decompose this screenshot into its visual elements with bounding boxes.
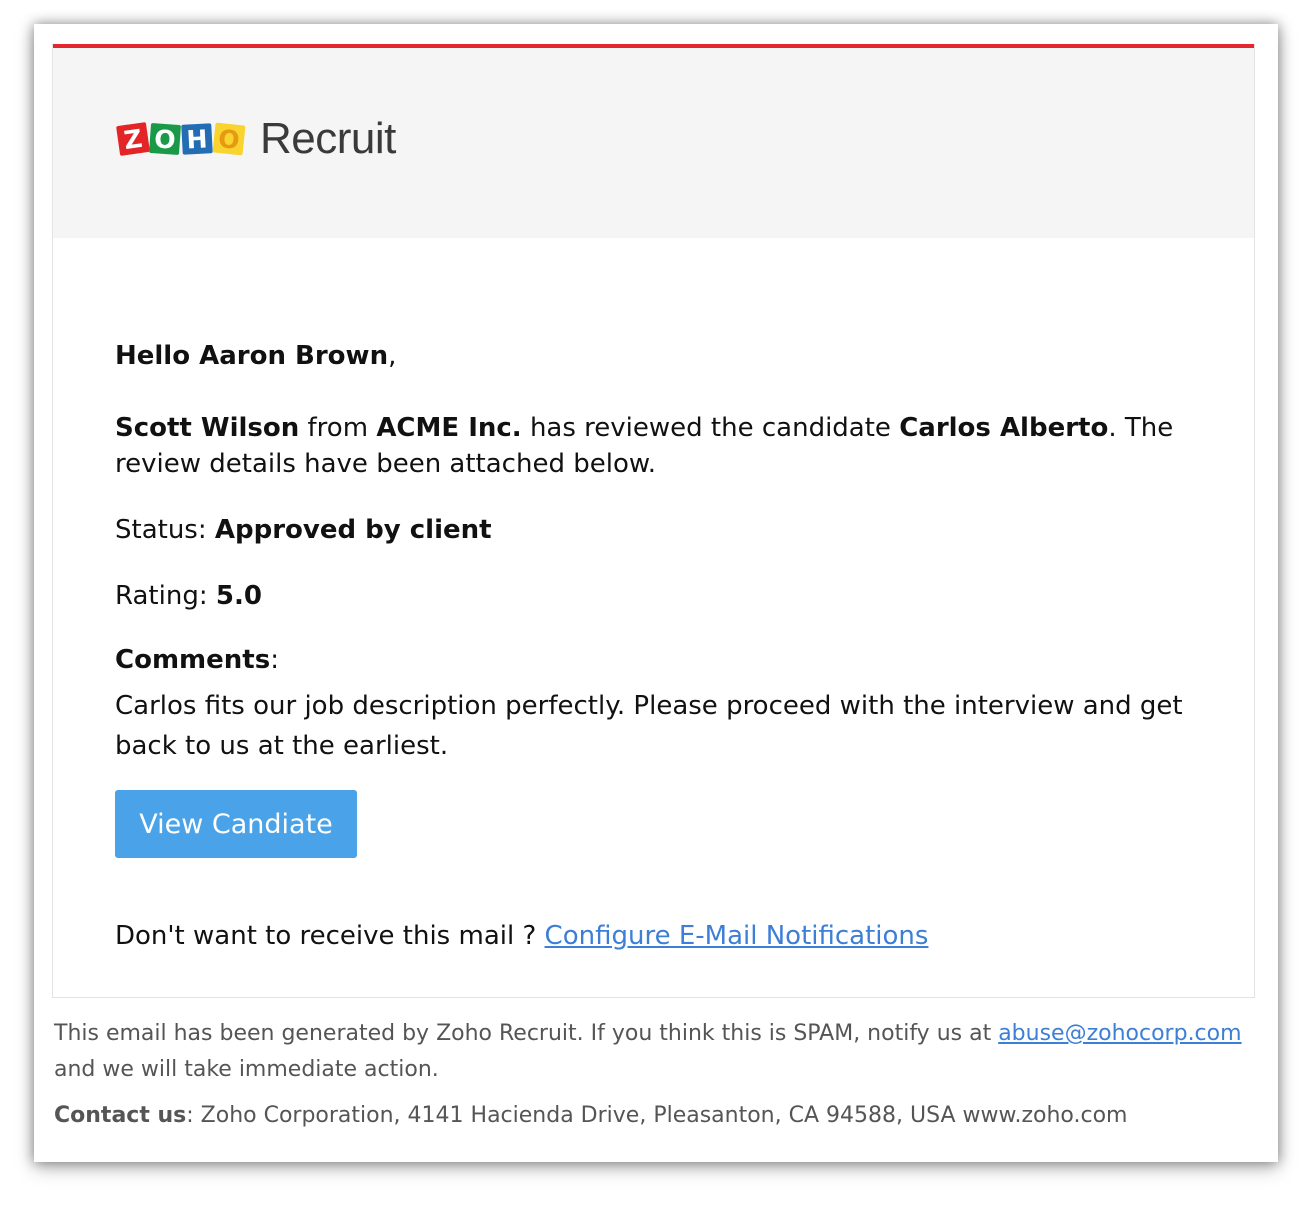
reviewed-text: has reviewed the candidate (521, 413, 900, 443)
zoho-recruit-logo: Z O H O Recruit (116, 114, 396, 164)
logo-product-name: Recruit (260, 114, 396, 163)
reviewer-name: Scott Wilson (115, 413, 300, 443)
comments-label: Comments (115, 645, 271, 675)
configure-notifications-link[interactable]: Configure E-Mail Notifications (545, 921, 929, 951)
review-summary: Scott Wilson from ACME Inc. has reviewed… (115, 410, 1195, 482)
status-line: Status: Approved by client (115, 512, 1195, 548)
greeting-comma: , (388, 341, 397, 371)
zoho-logo-tiles: Z O H O (116, 122, 246, 156)
zoho-tile-h: H (181, 123, 213, 155)
zoho-tile-o2: O (212, 122, 246, 156)
contact-line: Contact us: Zoho Corporation, 4141 Hacie… (54, 1098, 1264, 1134)
from-text: from (299, 413, 377, 443)
rating-line: Rating: 5.0 (115, 578, 1195, 614)
unsubscribe-line: Don't want to receive this mail ? Config… (115, 918, 1195, 954)
zoho-tile-z: Z (116, 122, 150, 156)
spam-text-after: and we will take immediate action. (54, 1057, 439, 1082)
comments-colon: : (270, 645, 279, 675)
status-value: Approved by client (214, 515, 492, 545)
email-frame: Z O H O Recruit Hello Aaron Brown, Scott… (34, 24, 1278, 1162)
comments-text: Carlos fits our job description perfectl… (115, 691, 1183, 761)
rating-label: Rating: (115, 581, 216, 611)
contact-label: Contact us (54, 1103, 187, 1128)
abuse-email-link[interactable]: abuse@zohocorp.com (998, 1021, 1241, 1046)
contact-text: : Zoho Corporation, 4141 Hacienda Drive,… (186, 1103, 1128, 1128)
status-label: Status: (115, 515, 215, 545)
candidate-name: Carlos Alberto (899, 413, 1109, 443)
comments-heading: Comments: (115, 642, 1195, 678)
email-card: Z O H O Recruit Hello Aaron Brown, Scott… (52, 44, 1255, 998)
view-candidate-button[interactable]: View Candiate (115, 790, 357, 858)
spam-text-before: This email has been generated by Zoho Re… (54, 1021, 999, 1046)
unsubscribe-prompt: Don't want to receive this mail ? (115, 921, 545, 951)
email-header: Z O H O Recruit (53, 48, 1254, 238)
zoho-tile-o: O (148, 122, 182, 156)
rating-value: 5.0 (215, 581, 262, 611)
spam-notice: This email has been generated by Zoho Re… (54, 1016, 1264, 1088)
company-name: ACME Inc. (376, 413, 522, 443)
email-footer: This email has been generated by Zoho Re… (54, 1016, 1264, 1134)
greeting: Hello Aaron Brown, (115, 338, 1195, 374)
greeting-name: Hello Aaron Brown (115, 341, 389, 371)
